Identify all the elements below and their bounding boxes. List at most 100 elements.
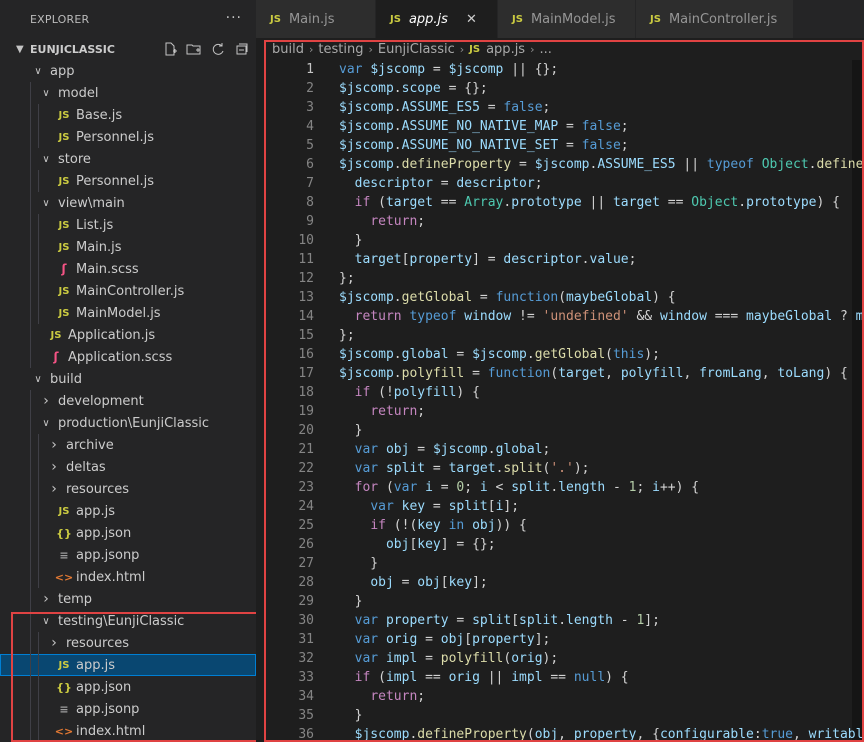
chevron-right-icon[interactable]: › (46, 481, 62, 497)
code-text: }; (339, 269, 355, 288)
indent-guide (38, 654, 39, 676)
tree-item[interactable]: › resources (0, 632, 256, 654)
tree-item-label: MainModel.js (76, 305, 161, 321)
tree-item[interactable]: ∨ production\EunjiClassic (0, 412, 256, 434)
tree-item[interactable]: ∨ store (0, 148, 256, 170)
breadcrumb-item[interactable]: EunjiClassic (378, 42, 455, 57)
js-file-icon: JS (58, 131, 70, 143)
tree-item[interactable]: JS MainModel.js (0, 302, 256, 324)
code-line: 3 $jscomp.ASSUME_ES5 = false; (264, 98, 864, 117)
code-token: obj (440, 632, 465, 647)
chevron-right-icon[interactable]: › (46, 459, 62, 475)
chevron-down-icon[interactable]: ∨ (38, 154, 54, 165)
tree-item[interactable]: JS Personnel.js (0, 170, 256, 192)
code-line: 29 } (264, 592, 864, 611)
code-token: ); (573, 461, 590, 476)
code-token: ; (417, 404, 426, 419)
code-token: ; (542, 100, 551, 115)
tree-item[interactable]: JS Personnel.js (0, 126, 256, 148)
code-editor[interactable]: 1 var $jscomp = $jscomp || {}; 2 $jscomp.sc… (264, 60, 864, 742)
tree-item[interactable]: ʃ Main.scss (0, 258, 256, 280)
tree-item[interactable]: › resources (0, 478, 256, 500)
tree-item[interactable]: JS List.js (0, 214, 256, 236)
code-token: polyfill (393, 385, 457, 400)
tree-item[interactable]: › deltas (0, 456, 256, 478)
tree-item[interactable]: › temp (0, 588, 256, 610)
close-icon[interactable]: ✕ (466, 12, 477, 27)
collapse-all-icon[interactable] (234, 41, 250, 57)
code-token: } (339, 708, 363, 723)
code-token: ) { (824, 366, 848, 381)
line-number: 36 (298, 727, 314, 742)
code-text: $jscomp.global = $jscomp.getGlobal(this)… (339, 345, 660, 364)
tree-item[interactable]: › development (0, 390, 256, 412)
more-actions-icon[interactable]: ··· (226, 10, 242, 26)
code-token: ]; (534, 632, 551, 647)
tree-item[interactable]: › archive (0, 434, 256, 456)
tree-item[interactable]: {} app.json (0, 676, 256, 698)
code-token: obj (534, 727, 559, 742)
code-text: if (!(key in obj)) { (339, 516, 527, 535)
tree-item[interactable]: <> index.html (0, 720, 256, 742)
indent-guide (38, 236, 39, 258)
code-token: key (417, 518, 441, 533)
code-text: var impl = polyfill(orig); (339, 649, 559, 668)
tree-item[interactable]: {} app.json (0, 522, 256, 544)
chevron-right-icon: › (308, 42, 314, 56)
chevron-down-icon[interactable]: ∨ (30, 66, 46, 77)
code-token: = (425, 62, 449, 77)
chevron-right-icon[interactable]: › (38, 393, 54, 409)
tree-item[interactable]: JS app.js (0, 654, 256, 676)
refresh-icon[interactable] (210, 41, 226, 57)
tree-item[interactable]: ∨ model (0, 82, 256, 104)
indent-guide (30, 302, 31, 324)
chevron-right-icon[interactable]: › (46, 635, 62, 651)
tree-item[interactable]: ∨ view\main (0, 192, 256, 214)
tree-item[interactable]: JS Application.js (0, 324, 256, 346)
chevron-down-icon[interactable]: ∨ (38, 88, 54, 99)
tree-item[interactable]: JS Main.js (0, 236, 256, 258)
breadcrumb-item[interactable]: build (272, 42, 304, 57)
workspace-section-header[interactable]: ▼ EUNJICLASSIC (0, 38, 256, 60)
breadcrumb-item[interactable]: app.js (486, 42, 525, 57)
code-token: = (511, 157, 535, 172)
chevron-right-icon[interactable]: › (38, 591, 54, 607)
chevron-down-icon[interactable]: ∨ (38, 198, 54, 209)
code-text: return; (339, 687, 425, 706)
tab-app-js[interactable]: JS app.js ✕ (376, 0, 498, 38)
tree-item-label: development (58, 393, 144, 409)
tree-item[interactable]: JS app.js (0, 500, 256, 522)
code-token: $jscomp (339, 119, 394, 134)
tree-item[interactable]: JS MainController.js (0, 280, 256, 302)
indent-guide (30, 82, 31, 104)
tab-main-js[interactable]: JS Main.js (256, 0, 376, 38)
tree-item[interactable]: ʃ Application.scss (0, 346, 256, 368)
code-token: prototype (746, 195, 817, 210)
tab-mainmodel-js[interactable]: JS MainModel.js (498, 0, 636, 38)
tab-maincontroller-js[interactable]: JS MainController.js (636, 0, 794, 38)
chevron-right-icon[interactable]: › (46, 437, 62, 453)
code-token: orig (511, 651, 543, 666)
new-folder-icon[interactable] (186, 41, 202, 57)
tree-item-label: index.html (76, 569, 146, 585)
code-token: split (503, 461, 543, 476)
tree-item[interactable]: ∨ build (0, 368, 256, 390)
tree-item[interactable]: ≡ app.jsonp (0, 544, 256, 566)
tree-item[interactable]: ∨ app (0, 60, 256, 82)
tree-item[interactable]: ∨ testing\EunjiClassic (0, 610, 256, 632)
breadcrumb-item[interactable]: testing (318, 42, 363, 57)
js-file-icon: JS (270, 13, 281, 25)
indent-guide (38, 566, 39, 588)
chevron-down-icon[interactable]: ∨ (30, 374, 46, 385)
code-token: Array (464, 195, 504, 210)
code-token: maybeGlobal (566, 290, 653, 305)
tree-item[interactable]: <> index.html (0, 566, 256, 588)
section-actions (162, 41, 250, 57)
tree-item[interactable]: ≡ app.jsonp (0, 698, 256, 720)
new-file-icon[interactable] (162, 41, 178, 57)
tree-item[interactable]: JS Base.js (0, 104, 256, 126)
chevron-down-icon[interactable]: ∨ (38, 418, 54, 429)
chevron-down-icon[interactable]: ∨ (38, 616, 54, 627)
code-token: split (519, 613, 559, 628)
breadcrumb-item[interactable]: ... (540, 42, 552, 57)
